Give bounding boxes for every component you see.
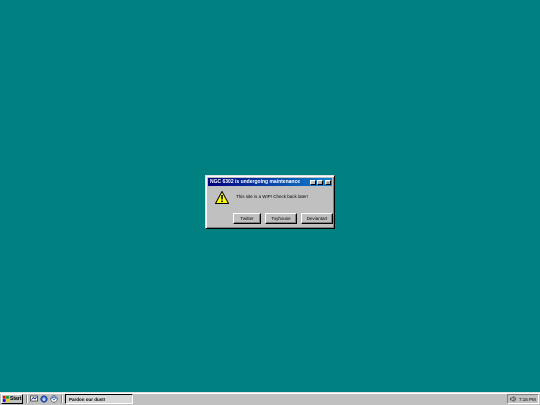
dialog-title: NGC 6302 is undergoing maintenance bbox=[210, 179, 301, 185]
dialog-message: This site is a WIP! Check back later! bbox=[236, 194, 309, 199]
dialog-titlebar[interactable]: NGC 6302 is undergoing maintenance _ □ × bbox=[208, 178, 332, 186]
task-button[interactable]: Pardon our dust! bbox=[65, 394, 133, 404]
start-label: Start bbox=[10, 396, 22, 402]
clock: 7:16 PM bbox=[519, 396, 536, 402]
maintenance-dialog: NGC 6302 is undergoing maintenance _ □ ×… bbox=[205, 175, 335, 229]
start-button[interactable]: Start bbox=[1, 394, 23, 404]
close-button[interactable]: × bbox=[325, 179, 331, 185]
deviantart-button[interactable]: Deviantart bbox=[301, 213, 333, 224]
taskbar-divider bbox=[61, 395, 63, 403]
minimize-button[interactable]: _ bbox=[310, 179, 316, 185]
desktop-icon[interactable] bbox=[30, 395, 38, 403]
system-tray: 7:16 PM bbox=[507, 394, 539, 404]
volume-icon[interactable] bbox=[510, 396, 517, 402]
channels-icon[interactable] bbox=[50, 395, 58, 403]
maximize-button[interactable]: □ bbox=[317, 179, 323, 185]
title-buttons: _ □ × bbox=[309, 179, 332, 185]
windows-logo-icon bbox=[3, 396, 9, 402]
warning-icon bbox=[215, 191, 229, 204]
taskbar: Start e Pardon our dust! 7:16 PM bbox=[0, 392, 540, 405]
taskbar-divider bbox=[26, 395, 28, 403]
dialog-buttons: Twitter Toyhouse Deviantart bbox=[233, 213, 333, 224]
toyhouse-button[interactable]: Toyhouse bbox=[265, 213, 297, 224]
twitter-button[interactable]: Twitter bbox=[233, 213, 261, 224]
browser-icon[interactable]: e bbox=[40, 395, 48, 403]
